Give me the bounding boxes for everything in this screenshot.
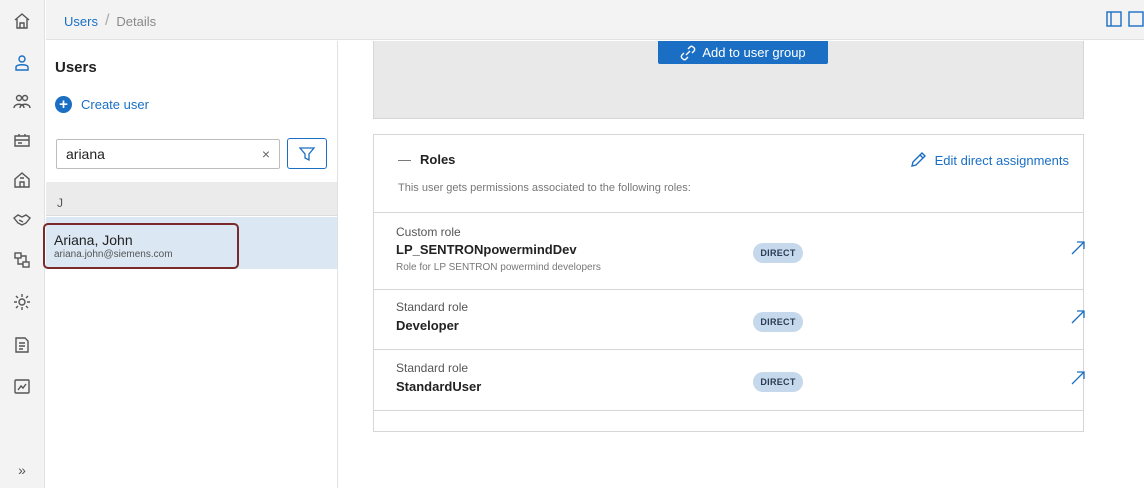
- add-to-user-group-label: Add to user group: [702, 45, 806, 60]
- plus-icon: +: [55, 96, 72, 113]
- breadcrumb-users-link[interactable]: Users: [64, 14, 98, 29]
- roles-description: This user gets permissions associated to…: [398, 182, 691, 194]
- top-bar: Users / Details: [46, 0, 1144, 40]
- group-letter-header: J: [46, 182, 337, 216]
- user-icon[interactable]: [10, 51, 34, 75]
- screen-icon[interactable]: [10, 375, 34, 399]
- collapse-icon: —: [398, 152, 411, 167]
- role-description: Role for LP SENTRON powermind developers: [396, 262, 601, 273]
- user-details-content: Add to user group — Roles This user gets…: [339, 41, 1144, 488]
- roles-header: — Roles This user gets permissions assoc…: [374, 135, 1083, 213]
- users-list-panel: Users + Create user × J Ariana, John ari…: [43, 41, 338, 488]
- left-nav-rail: »: [0, 0, 45, 488]
- pencil-icon: [910, 152, 926, 167]
- roles-title: Roles: [420, 152, 456, 167]
- open-role-arrow-icon[interactable]: [1069, 239, 1087, 257]
- clear-search-icon[interactable]: ×: [262, 146, 270, 162]
- roles-collapse-toggle[interactable]: — Roles: [398, 152, 455, 167]
- status-badge: DIRECT: [753, 312, 803, 332]
- edit-direct-assignments-label: Edit direct assignments: [934, 152, 1069, 168]
- create-user-label: Create user: [81, 97, 149, 112]
- breadcrumb-separator: /: [104, 12, 110, 29]
- status-badge: DIRECT: [753, 372, 803, 392]
- list-item[interactable]: Ariana, John ariana.john@siemens.com: [43, 217, 337, 269]
- role-type: Standard role: [396, 361, 469, 375]
- settings-gear-icon[interactable]: [10, 290, 34, 314]
- add-to-user-group-button[interactable]: Add to user group: [658, 41, 828, 64]
- status-badge: DIRECT: [753, 243, 803, 263]
- user-name: Ariana, John: [54, 232, 133, 248]
- open-role-arrow-icon[interactable]: [1069, 369, 1087, 387]
- edit-direct-assignments-button[interactable]: Edit direct assignments: [909, 151, 1069, 169]
- role-row[interactable]: Standard role StandardUser DIRECT: [374, 350, 1085, 411]
- search-input[interactable]: [66, 146, 256, 162]
- create-user-button[interactable]: + Create user: [55, 96, 149, 113]
- users-group-icon[interactable]: [10, 90, 34, 114]
- right-panel-toggle-icon[interactable]: [1128, 10, 1144, 31]
- role-row[interactable]: Custom role LP_SENTRONpowermindDev Role …: [374, 213, 1085, 290]
- network-icon[interactable]: [10, 248, 34, 272]
- role-name: LP_SENTRONpowermindDev: [396, 242, 577, 257]
- search-field: ×: [56, 139, 280, 169]
- role-name: Developer: [396, 318, 459, 333]
- breadcrumb: Users / Details: [64, 12, 156, 30]
- roles-card: — Roles This user gets permissions assoc…: [373, 134, 1085, 432]
- role-type: Custom role: [396, 225, 461, 239]
- document-icon[interactable]: [10, 333, 34, 357]
- user-email: ariana.john@siemens.com: [54, 249, 173, 260]
- layout-toggles: [1106, 10, 1144, 31]
- role-name: StandardUser: [396, 379, 482, 394]
- breadcrumb-current: Details: [116, 13, 157, 29]
- handshake-icon[interactable]: [10, 208, 34, 232]
- open-role-arrow-icon[interactable]: [1069, 308, 1087, 326]
- selected-user-highlight[interactable]: Ariana, John ariana.john@siemens.com: [43, 223, 239, 269]
- roles-icon[interactable]: [10, 129, 34, 153]
- left-panel-toggle-icon[interactable]: [1106, 10, 1122, 31]
- building-icon[interactable]: [10, 168, 34, 192]
- filter-button[interactable]: [287, 138, 327, 169]
- role-row[interactable]: Standard role Developer DIRECT: [374, 290, 1085, 350]
- filter-icon: [298, 146, 316, 161]
- link-icon: [680, 45, 696, 60]
- role-type: Standard role: [396, 300, 469, 314]
- expand-icon[interactable]: »: [10, 458, 34, 482]
- user-groups-card: Add to user group: [373, 41, 1084, 119]
- panel-title: Users: [55, 59, 97, 76]
- home-icon[interactable]: [10, 9, 34, 33]
